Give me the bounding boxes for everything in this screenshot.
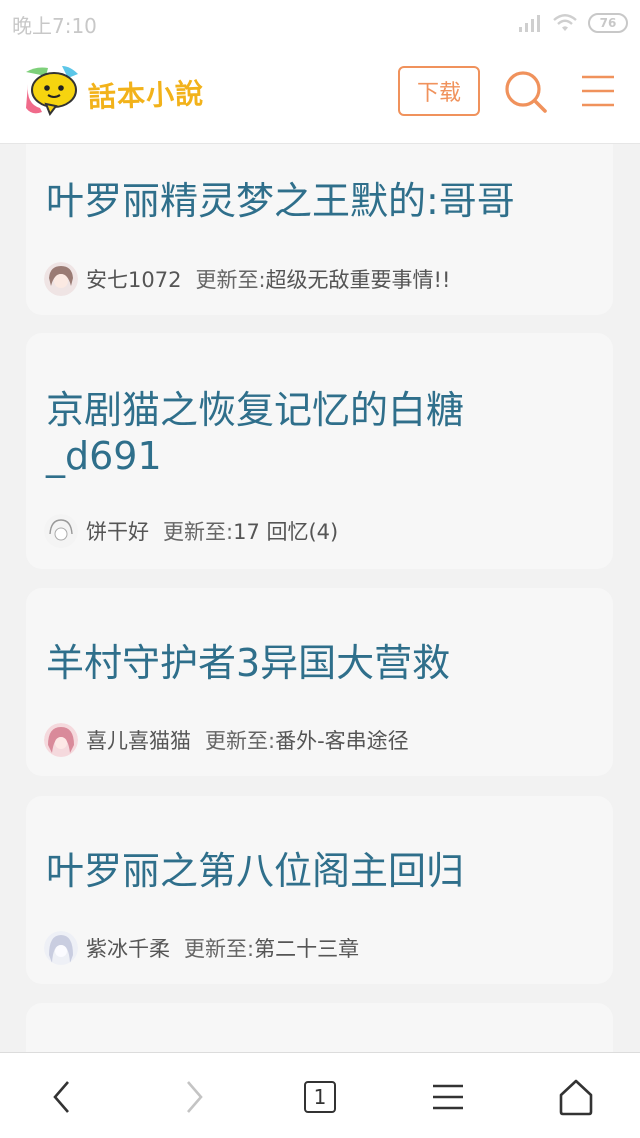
bottom-nav: 1 <box>0 1052 640 1138</box>
home-button[interactable] <box>552 1073 600 1121</box>
chevron-right-icon <box>187 1081 203 1113</box>
status-time: 晚上7:10 <box>12 14 97 38</box>
status-icons: 76 <box>518 10 628 36</box>
download-label: 下载 <box>416 81 461 106</box>
logo-text[interactable]: 話本小說 <box>87 72 205 116</box>
book-meta: 喜儿喜猫猫 更新至: 番外-客串途径 <box>44 722 409 758</box>
book-card[interactable]: 叶罗丽之第八位阁主回归 紫冰千柔 更新至: 第二十三章 <box>26 796 613 984</box>
book-title[interactable]: 叶罗丽精灵梦之王默的:哥哥 <box>46 178 593 224</box>
tabs-button[interactable]: 1 <box>296 1073 344 1121</box>
logo-icon[interactable] <box>22 64 82 116</box>
browser-menu-button[interactable] <box>424 1073 472 1121</box>
author-avatar <box>44 262 78 296</box>
battery-icon: 76 <box>588 13 628 33</box>
download-button[interactable]: 下载 <box>398 66 480 116</box>
update-label: 更新至: <box>184 937 255 961</box>
book-card[interactable]: 羊村守护者3异国大营救 喜儿喜猫猫 更新至: 番外-客串途径 <box>26 588 613 776</box>
app-header: 話本小說 下载 <box>0 46 640 144</box>
wifi-icon <box>553 14 577 31</box>
author-name[interactable]: 安七1072 <box>86 264 181 294</box>
update-chapter: 番外-客串途径 <box>275 729 409 753</box>
tab-count: 1 <box>304 1081 336 1113</box>
status-bar: 晚上7:10 76 <box>0 0 640 46</box>
author-name[interactable]: 饼干好 <box>86 516 149 546</box>
book-card[interactable]: 京剧猫之恢复记忆的白糖_d691 饼干好 更新至: 17 回忆(4) <box>26 333 613 569</box>
update-chapter: 第二十三章 <box>254 937 360 961</box>
update-label: 更新至: <box>195 268 266 292</box>
signal-icon <box>519 15 540 32</box>
menu-icon <box>433 1084 463 1110</box>
menu-icon[interactable] <box>580 74 616 108</box>
book-title[interactable]: 叶罗丽之第八位阁主回归 <box>46 848 593 894</box>
update-label: 更新至: <box>205 729 276 753</box>
back-button[interactable] <box>38 1073 86 1121</box>
update-chapter: 17 回忆(4) <box>233 520 339 544</box>
author-avatar <box>44 514 78 548</box>
author-avatar <box>44 931 78 965</box>
book-title[interactable]: 京剧猫之恢复记忆的白糖_d691 <box>46 387 523 479</box>
book-card[interactable] <box>26 1003 613 1052</box>
screen: 晚上7:10 76 話本小說 下载 叶罗丽精灵梦之王默的:哥哥 安七1072 更… <box>0 0 640 1138</box>
update-label: 更新至: <box>163 520 234 544</box>
book-title[interactable]: 羊村守护者3异国大营救 <box>46 640 593 686</box>
home-icon <box>559 1079 593 1116</box>
forward-button[interactable] <box>170 1073 218 1121</box>
book-card[interactable]: 叶罗丽精灵梦之王默的:哥哥 安七1072 更新至: 超级无敌重要事情!! <box>26 144 613 315</box>
author-avatar <box>44 723 78 757</box>
book-meta: 饼干好 更新至: 17 回忆(4) <box>44 513 338 549</box>
chevron-left-icon <box>53 1081 69 1113</box>
author-name[interactable]: 喜儿喜猫猫 <box>86 725 191 755</box>
battery-level: 76 <box>599 16 617 30</box>
search-icon[interactable] <box>502 68 548 114</box>
author-name[interactable]: 紫冰千柔 <box>86 933 170 963</box>
update-chapter: 超级无敌重要事情!! <box>265 268 451 292</box>
book-meta: 紫冰千柔 更新至: 第二十三章 <box>44 930 359 966</box>
book-meta: 安七1072 更新至: 超级无敌重要事情!! <box>44 261 450 297</box>
book-list: 叶罗丽精灵梦之王默的:哥哥 安七1072 更新至: 超级无敌重要事情!! 京剧猫… <box>0 144 640 1052</box>
